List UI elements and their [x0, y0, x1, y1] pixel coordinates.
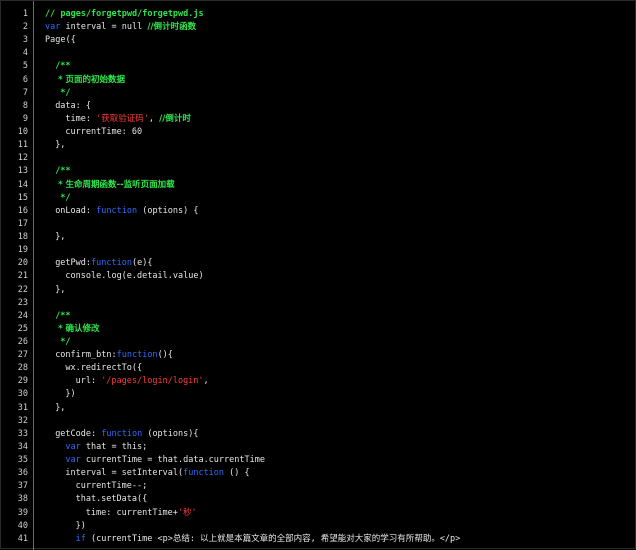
code-token: },: [55, 284, 66, 295]
comment-token: /**: [55, 166, 71, 177]
code-area[interactable]: // pages/forgetpwd/forgetpwd.js var inter…: [1, 1, 636, 550]
comment-token: * 生命周期函数--监听页面加载: [55, 179, 175, 190]
code-token: confirm_btn:: [55, 350, 117, 361]
code-line: onLoad: function (options) {: [55, 205, 198, 218]
comment-token: */: [55, 87, 71, 98]
code-token: getCode:: [55, 428, 102, 439]
code-line: time: '获取验证码', //倒计时: [65, 113, 190, 126]
keyword-token: function: [101, 428, 143, 439]
keyword-token: var: [65, 441, 81, 452]
code-line: that.setData({: [76, 493, 148, 506]
keyword-token: function: [183, 468, 225, 479]
code-token: }): [75, 520, 86, 531]
code-token: wx.redirectTo({: [65, 363, 143, 374]
code-token: (e){: [131, 258, 153, 269]
string-token: '获取验证码': [96, 113, 149, 124]
code-line: wx.redirectTo({: [65, 362, 142, 375]
code-token: (options){: [142, 428, 199, 439]
code-token: interval = setInterval(: [65, 468, 184, 479]
code-token: },: [55, 402, 66, 413]
code-line: },: [55, 284, 65, 297]
code-line: /**: [55, 310, 70, 323]
comment-token: //倒计时: [159, 113, 191, 124]
comment-token: * 页面的初始数据: [55, 74, 126, 85]
code-token: getPwd:: [55, 258, 92, 269]
code-line: // pages/forgetpwd/forgetpwd.js: [45, 8, 204, 21]
code-token: Page({: [45, 35, 76, 46]
code-line: },: [55, 139, 65, 152]
keyword-token: function: [96, 205, 138, 216]
code-token: }): [65, 389, 76, 400]
code-token: interval = null: [60, 22, 148, 33]
comment-token: */: [55, 337, 71, 347]
code-line: * 页面的初始数据: [55, 74, 125, 87]
code-line: var interval = null //倒计时函数: [45, 21, 196, 34]
code-line: * 生命周期函数--监听页面加载: [55, 179, 174, 192]
code-line: /**: [55, 60, 70, 73]
code-line: },: [55, 231, 65, 244]
code-line: data: {: [55, 100, 91, 113]
code-token: },: [55, 232, 66, 243]
code-editor[interactable]: 1 2 3 4 5 6 7 8 9 10 11 12 13 14 15 16 17 18 19 20 21 22 23 24 2…: [0, 0, 636, 550]
code-token: (currentTime <p>总结: 以上就是本篇文章的全部内容, 希望能对大…: [85, 533, 461, 544]
code-token: (){: [157, 350, 173, 361]
code-token: currentTime: 60: [65, 127, 143, 138]
code-token: ,: [203, 376, 209, 387]
code-line: }): [76, 520, 86, 533]
code-line: Page({: [45, 34, 76, 47]
code-token: () {: [224, 468, 250, 479]
code-line: getPwd:function(e){: [55, 257, 152, 270]
comment-token: /**: [55, 61, 71, 72]
keyword-token: if: [75, 533, 86, 544]
code-line: console.log(e.detail.value): [65, 270, 203, 283]
code-line: interval = setInterval(function () {: [65, 467, 249, 480]
code-token: that = this;: [80, 441, 148, 452]
code-line: currentTime: 60: [65, 126, 142, 139]
code-line: */: [55, 87, 70, 100]
comment-token: // pages/forgetpwd/forgetpwd.js: [45, 9, 204, 19]
string-token: '/pages/login/login': [101, 376, 204, 387]
code-token: currentTime--;: [75, 481, 148, 492]
keyword-token: function: [91, 258, 132, 269]
code-token: time:: [65, 113, 97, 124]
comment-token: */: [55, 192, 71, 203]
code-token: },: [55, 140, 66, 151]
code-line: }): [65, 388, 75, 401]
code-token: url:: [75, 376, 102, 387]
keyword-token: var: [65, 455, 81, 466]
code-line: if (currentTime <p>总结: 以上就是本篇文章的全部内容, 希望…: [76, 533, 461, 546]
comment-token: /**: [55, 310, 71, 321]
code-line: },: [55, 402, 65, 415]
string-token: '秒': [177, 507, 197, 518]
code-line: currentTime--;: [76, 480, 148, 493]
comment-token: * 确认修改: [55, 323, 100, 334]
code-line: url: '/pages/login/login',: [76, 375, 209, 388]
code-line: time: currentTime+'秒': [86, 507, 197, 520]
code-token: currentTime = that.data.currentTime: [80, 455, 265, 466]
code-token: onLoad:: [55, 205, 97, 216]
keyword-token: var: [45, 22, 61, 33]
code-line: getCode: function (options){: [55, 428, 198, 441]
code-token: time: currentTime+: [85, 507, 178, 518]
code-line: */: [55, 336, 70, 349]
code-line: var currentTime = that.data.currentTime: [65, 454, 265, 467]
code-token: ,: [148, 113, 160, 124]
code-line: */: [55, 192, 70, 205]
code-line: confirm_btn:function(){: [55, 349, 173, 362]
code-line: var that = this;: [65, 441, 147, 454]
code-token: (options) {: [137, 205, 199, 216]
code-token: that.setData({: [75, 494, 148, 505]
keyword-token: function: [116, 350, 158, 361]
code-token: data: {: [55, 100, 92, 111]
code-token: console.log(e.detail.value): [65, 271, 204, 282]
code-line: /**: [55, 165, 70, 178]
comment-token: //倒计时函数: [147, 22, 197, 33]
code-line: * 确认修改: [55, 323, 99, 336]
